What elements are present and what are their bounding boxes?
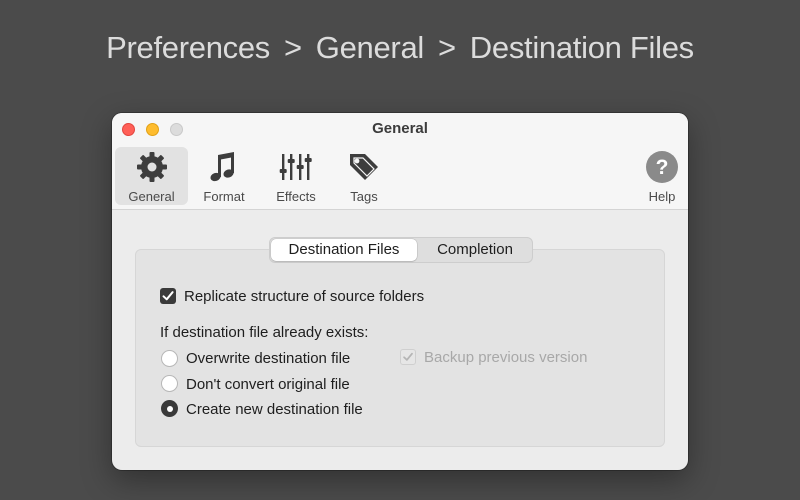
breadcrumb-item-general: General <box>315 30 424 65</box>
replicate-structure-checkbox[interactable] <box>160 288 176 304</box>
toolbar-help-button[interactable]: ? Help <box>632 147 688 205</box>
tab-destination-files[interactable]: Destination Files <box>271 239 417 261</box>
toolbar-tags-label: Tags <box>350 189 378 204</box>
breadcrumb-item-destination-files: Destination Files <box>469 30 694 65</box>
toolbar-help-label: Help <box>648 189 676 204</box>
dont-convert-radio[interactable] <box>161 375 178 392</box>
sliders-icon <box>279 154 312 180</box>
toolbar-effects-label: Effects <box>276 189 316 204</box>
help-icon: ? <box>646 151 678 183</box>
toolbar-format-button[interactable]: Format <box>190 147 258 205</box>
toolbar-format-label: Format <box>203 189 245 204</box>
breadcrumb-separator: > <box>437 30 456 65</box>
create-new-label[interactable]: Create new destination file <box>186 401 363 418</box>
breadcrumb-separator: > <box>283 30 302 65</box>
preferences-window: General General Format Effects Tags ? He… <box>112 113 688 470</box>
tab-completion[interactable]: Completion <box>418 238 532 262</box>
file-exists-label: If destination file already exists: <box>160 324 369 341</box>
toolbar-effects-button[interactable]: Effects <box>261 147 331 205</box>
dont-convert-label[interactable]: Don't convert original file <box>186 376 350 393</box>
toolbar-general-label: General <box>128 189 175 204</box>
svg-text:?: ? <box>656 156 669 179</box>
tab-bar: Destination Files Completion <box>269 237 533 263</box>
create-new-radio[interactable] <box>161 400 178 417</box>
checkmark-icon <box>403 352 413 361</box>
overwrite-radio[interactable] <box>161 350 178 367</box>
backup-previous-label[interactable]: Backup previous version <box>424 349 587 366</box>
window-title: General <box>372 120 428 137</box>
breadcrumb: Preferences > General > Destination Files <box>0 30 800 66</box>
toolbar-general-button[interactable]: General <box>115 147 188 205</box>
checkmark-icon <box>162 291 174 301</box>
overwrite-label[interactable]: Overwrite destination file <box>186 350 350 367</box>
backup-previous-checkbox[interactable] <box>400 349 416 365</box>
music-note-icon <box>210 152 234 182</box>
tag-icon <box>350 154 378 180</box>
window-toolbar: General General Format Effects Tags ? He… <box>112 113 688 210</box>
breadcrumb-item-preferences: Preferences <box>106 30 270 65</box>
toolbar-tags-button[interactable]: Tags <box>334 147 394 205</box>
gear-icon <box>136 152 167 182</box>
replicate-structure-label[interactable]: Replicate structure of source folders <box>184 288 424 305</box>
